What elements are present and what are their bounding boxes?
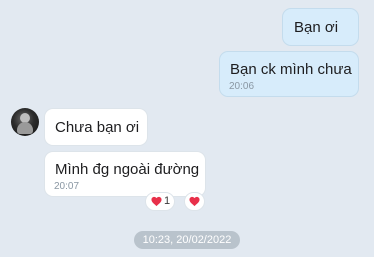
message-text: Bạn ơi <box>294 19 339 36</box>
reaction-heart-button[interactable] <box>184 192 205 211</box>
message-text: Bạn ck mình chưa <box>230 61 352 78</box>
heart-icon <box>151 196 162 207</box>
message-time: 20:06 <box>229 81 255 92</box>
contact-avatar[interactable] <box>11 108 39 136</box>
outgoing-message-bubble[interactable]: Bạn ck mình chưa 20:06 <box>219 51 359 97</box>
avatar-figure-body <box>17 122 33 134</box>
message-text: Mình đg ngoài đường <box>55 161 200 178</box>
reaction-count: 1 <box>164 195 171 207</box>
incoming-message-bubble[interactable]: Chưa bạn ơi <box>44 108 148 146</box>
message-text: Chưa bạn ơi <box>55 119 140 136</box>
reaction-heart-with-count[interactable]: 1 <box>145 192 175 211</box>
incoming-message-bubble[interactable]: Mình đg ngoài đường 20:07 <box>44 151 206 197</box>
outgoing-message-bubble[interactable]: Bạn ơi <box>282 8 359 46</box>
heart-icon <box>189 196 200 207</box>
message-time: 20:07 <box>54 181 80 192</box>
date-separator: 10:23, 20/02/2022 <box>134 231 240 249</box>
chat-conversation: Bạn ơi Bạn ck mình chưa 20:06 Chưa bạn ơ… <box>0 0 374 257</box>
